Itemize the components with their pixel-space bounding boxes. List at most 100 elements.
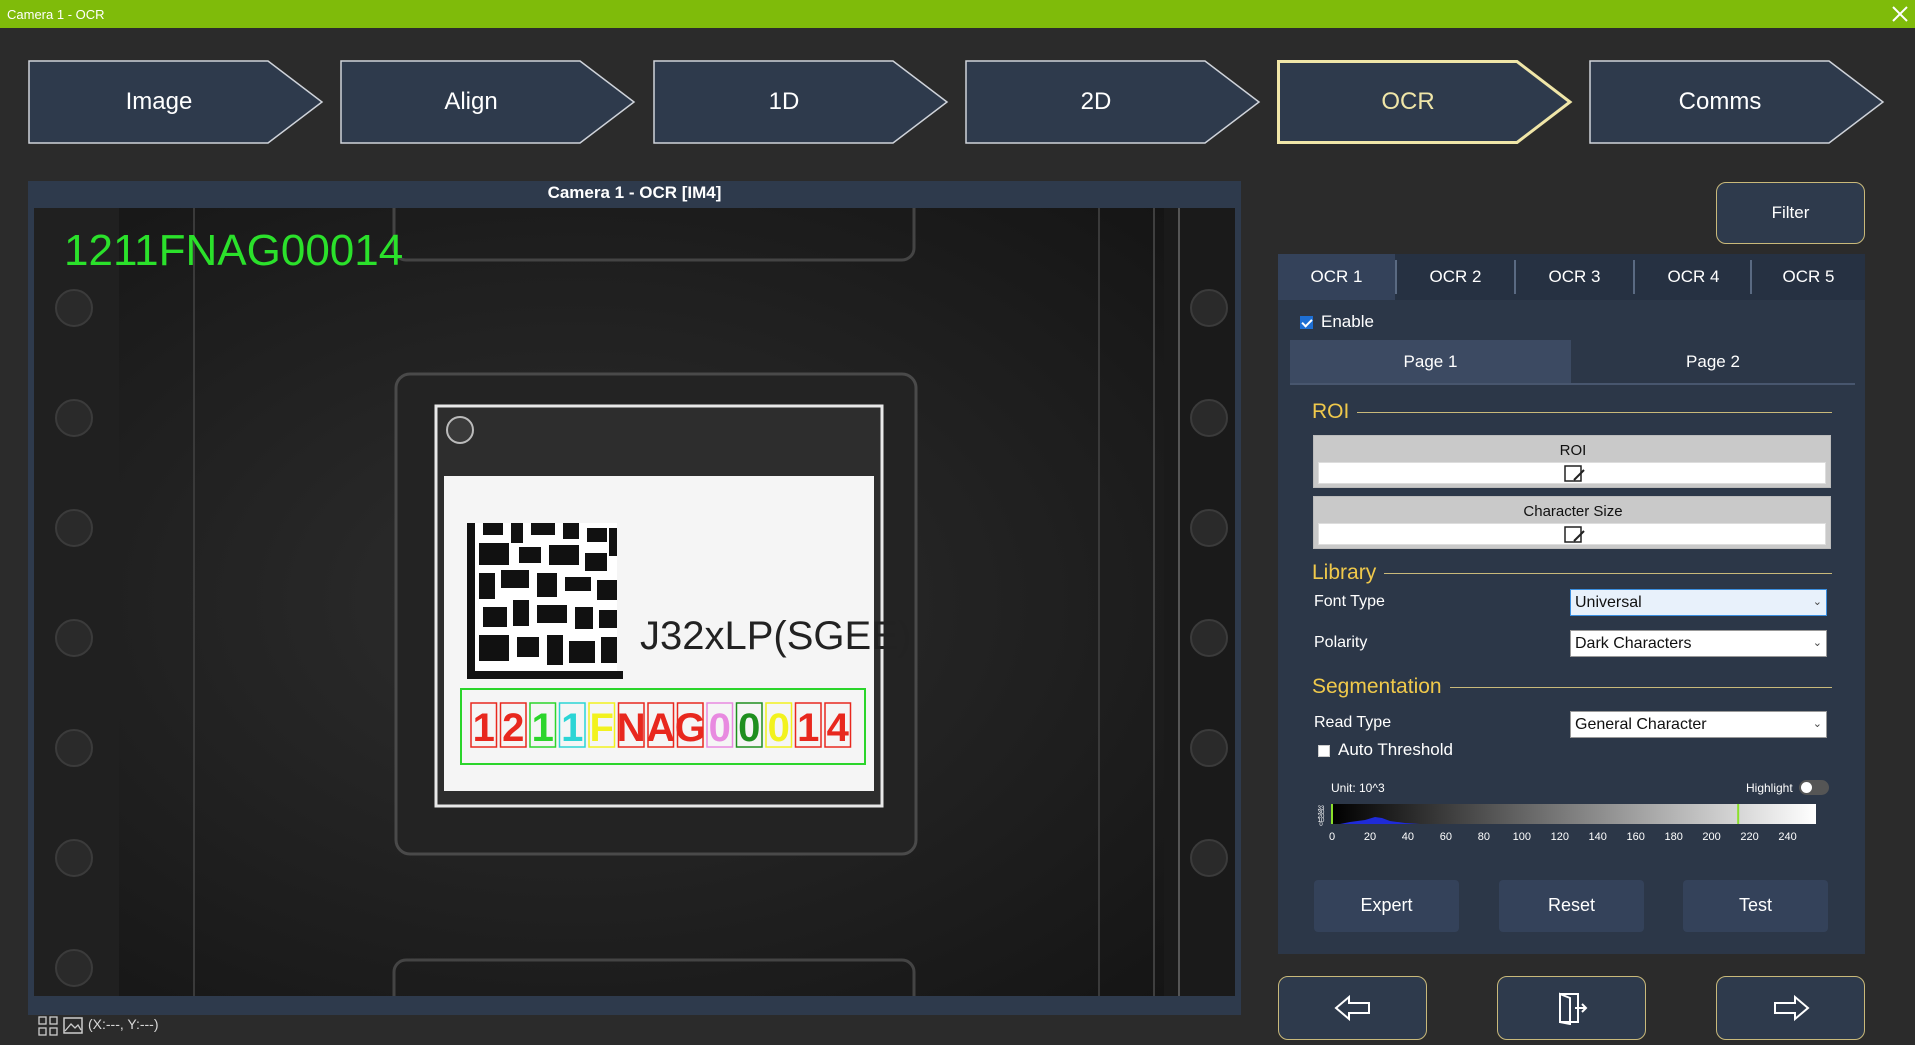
tab-ocr-1[interactable]: OCR 1: [1278, 254, 1395, 300]
read-type-value: General Character: [1575, 716, 1707, 733]
tab-ocr-2[interactable]: OCR 2: [1397, 254, 1514, 300]
enable-label: Enable: [1321, 312, 1374, 331]
histogram-tick-label: 80: [1478, 831, 1490, 843]
library-section-title: Library: [1312, 561, 1385, 585]
reset-button[interactable]: Reset: [1499, 880, 1644, 932]
enable-checkbox-row[interactable]: Enable: [1300, 312, 1374, 332]
ocr-char: 1: [532, 706, 554, 750]
window-title: Camera 1 - OCR: [7, 7, 105, 22]
ocr-char: 1: [797, 706, 819, 750]
roi-section-title: ROI: [1312, 400, 1358, 424]
polarity-value: Dark Characters: [1575, 635, 1692, 652]
filter-button[interactable]: Filter: [1716, 182, 1865, 244]
highlight-label: Highlight: [1746, 781, 1793, 795]
chevron-down-icon: ⌄: [1812, 637, 1822, 649]
step-2d[interactable]: 2D: [965, 60, 1261, 144]
histogram-tick-label: 40: [1402, 831, 1414, 843]
auto-threshold-label: Auto Threshold: [1338, 740, 1453, 759]
test-button[interactable]: Test: [1683, 880, 1828, 932]
step-1d[interactable]: 1D: [653, 60, 949, 144]
tab-ocr-4[interactable]: OCR 4: [1635, 254, 1752, 300]
ocr-char: 0: [738, 706, 760, 750]
close-icon[interactable]: [1887, 1, 1913, 27]
ocr-char: 0: [709, 706, 731, 750]
library-section: Library: [1312, 561, 1832, 585]
ocr-char: 1: [561, 706, 583, 750]
read-type-select[interactable]: General Character ⌄: [1570, 711, 1827, 738]
step-label: 2D: [1080, 88, 1112, 115]
camera-header: Camera 1 - OCR [IM4]: [547, 183, 722, 202]
title-bar: Camera 1 - OCR: [0, 0, 1915, 28]
tab-page-2[interactable]: Page 2: [1571, 340, 1855, 384]
ocr-char: 0: [768, 706, 790, 750]
exit-icon: [1558, 992, 1587, 1025]
camera-panel: Camera 1 - OCR [IM4] J32xLP(SGEE) 1 2 1 …: [28, 181, 1241, 1015]
read-type-label: Read Type: [1314, 714, 1392, 731]
forward-arrow-icon: [1773, 994, 1810, 1022]
ocr-settings-panel: OCR 1 OCR 2 OCR 3 OCR 4 OCR 5 Enable Pag…: [1278, 254, 1865, 954]
back-button[interactable]: [1278, 976, 1427, 1040]
step-ocr[interactable]: OCR: [1277, 60, 1573, 144]
camera-image-view[interactable]: J32xLP(SGEE) 1211FNAG00014 1211FNAG00014: [34, 208, 1235, 996]
histogram-tick-label: 60: [1440, 831, 1452, 843]
page-tabs: Page 1 Page 2: [1290, 340, 1855, 385]
exit-button[interactable]: [1497, 976, 1646, 1040]
auto-threshold-checkbox[interactable]: [1318, 744, 1330, 757]
threshold-histogram[interactable]: 333020100 0 20 40 60 80 100 120 140 160 180 200 220…: [1310, 802, 1835, 862]
forward-button[interactable]: [1716, 976, 1865, 1040]
histogram-tick-label: 0: [1329, 831, 1335, 843]
edit-character-size-icon[interactable]: [1564, 526, 1586, 544]
segmentation-section: Segmentation: [1312, 675, 1832, 699]
character-size-editor[interactable]: Character Size: [1313, 496, 1831, 549]
ocr-char: 4: [827, 706, 850, 750]
tab-ocr-3[interactable]: OCR 3: [1516, 254, 1633, 300]
histogram-tick-label: 180: [1664, 831, 1682, 843]
histogram-tick-label: 100: [1513, 831, 1531, 843]
step-label: 1D: [768, 88, 800, 115]
polarity-label: Polarity: [1314, 634, 1368, 651]
fit-view-icon[interactable]: [38, 1016, 58, 1036]
highlight-toggle[interactable]: [1799, 780, 1829, 795]
roi-label: ROI: [1559, 442, 1587, 459]
step-label: Image: [125, 88, 193, 115]
step-label: OCR: [1381, 88, 1435, 115]
auto-threshold-row[interactable]: Auto Threshold: [1318, 740, 1453, 760]
ocr-char: A: [646, 706, 675, 750]
histogram-tick-label: 200: [1702, 831, 1720, 843]
histogram-tick-label: 20: [1364, 831, 1376, 843]
roi-section: ROI: [1312, 400, 1832, 424]
roi-editor[interactable]: ROI: [1313, 435, 1831, 488]
histogram-tick-label: 220: [1740, 831, 1758, 843]
character-size-label: Character Size: [1523, 503, 1623, 520]
polarity-select[interactable]: Dark Characters ⌄: [1570, 630, 1827, 657]
histogram-tick-label: 140: [1589, 831, 1607, 843]
edit-roi-icon[interactable]: [1564, 465, 1586, 483]
ocr-char: 1: [473, 706, 495, 750]
histogram-tick-label: 120: [1551, 831, 1569, 843]
step-label: Comms: [1678, 88, 1762, 115]
image-icon[interactable]: [63, 1016, 83, 1036]
font-type-value: Universal: [1575, 594, 1642, 611]
chevron-down-icon: ⌄: [1812, 718, 1822, 730]
enable-checkbox[interactable]: [1300, 316, 1313, 330]
ocr-char: N: [617, 706, 646, 750]
chevron-down-icon: ⌄: [1812, 596, 1822, 608]
coordinate-readout: (X:---, Y:---): [88, 1016, 159, 1032]
histogram-tick-label: 160: [1627, 831, 1645, 843]
expert-button[interactable]: Expert: [1314, 880, 1459, 932]
tab-page-1[interactable]: Page 1: [1290, 340, 1571, 384]
segmentation-section-title: Segmentation: [1312, 675, 1450, 699]
ocr-char: F: [590, 706, 614, 750]
histogram-tick-label: 240: [1778, 831, 1796, 843]
back-arrow-icon: [1333, 994, 1370, 1022]
font-type-select[interactable]: Universal ⌄: [1570, 589, 1827, 616]
ocr-tabs: OCR 1 OCR 2 OCR 3 OCR 4 OCR 5: [1278, 254, 1865, 300]
step-navigation: Image Align 1D 2D OCR Comms: [0, 60, 1915, 144]
step-image[interactable]: Image: [28, 60, 324, 144]
font-type-label: Font Type: [1314, 593, 1385, 610]
step-comms[interactable]: Comms: [1589, 60, 1885, 144]
step-label: Align: [444, 88, 498, 115]
step-align[interactable]: Align: [340, 60, 636, 144]
tab-ocr-5[interactable]: OCR 5: [1752, 254, 1865, 300]
ocr-result-text: 1211FNAG00014: [64, 226, 404, 275]
